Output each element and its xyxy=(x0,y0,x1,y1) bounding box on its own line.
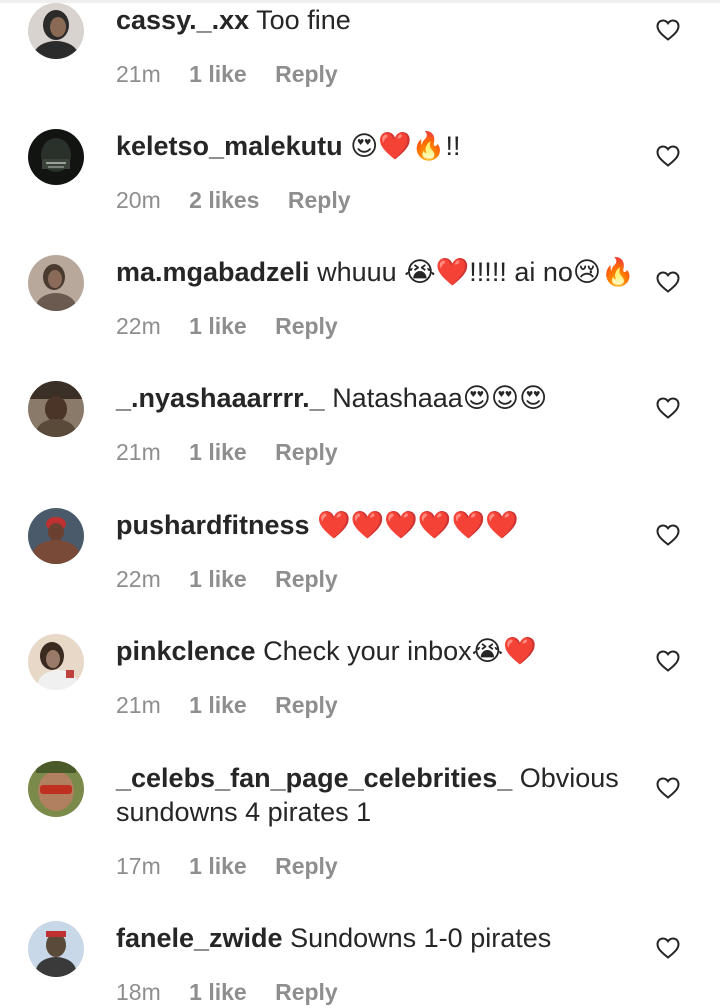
comment-likes[interactable]: 1 like xyxy=(189,312,247,340)
comment-body: whuuu 😭❤️!!!!! ai no😢🔥 xyxy=(317,257,635,287)
reply-button[interactable]: Reply xyxy=(275,60,338,88)
avatar[interactable] xyxy=(28,381,84,437)
avatar[interactable] xyxy=(28,3,84,59)
reply-button[interactable]: Reply xyxy=(275,565,338,593)
heart-outline-icon[interactable] xyxy=(656,524,680,546)
heart-outline-icon[interactable] xyxy=(656,145,680,167)
comment-time: 21m xyxy=(116,61,161,87)
avatar[interactable] xyxy=(28,761,84,817)
comment-body: Check your inbox😭❤️ xyxy=(263,636,537,666)
comment-likes[interactable]: 1 like xyxy=(189,438,247,466)
comment-username[interactable]: ma.mgabadzeli xyxy=(116,257,310,287)
comment-body: ❤️❤️❤️❤️❤️❤️ xyxy=(317,510,519,540)
comment-meta: 22m 1 like Reply xyxy=(116,565,338,593)
comment-body: Natashaaa😍😍😍 xyxy=(332,383,548,413)
heart-outline-icon[interactable] xyxy=(656,650,680,672)
avatar[interactable] xyxy=(28,508,84,564)
avatar[interactable] xyxy=(28,921,84,977)
comment-username[interactable]: pinkclence xyxy=(116,636,256,666)
heart-outline-icon[interactable] xyxy=(656,19,680,41)
comment-text: keletso_malekutu 😍❤️🔥!! xyxy=(116,129,636,163)
comment-likes[interactable]: 1 like xyxy=(189,852,247,880)
comment-text: fanele_zwide Sundowns 1-0 pirates xyxy=(116,921,636,955)
comment-meta: 18m 1 like Reply xyxy=(116,978,338,1006)
comment-username[interactable]: keletso_malekutu xyxy=(116,131,343,161)
comment-meta: 22m 1 like Reply xyxy=(116,312,338,340)
comment-body: Too fine xyxy=(256,5,351,35)
comment-meta: 21m 1 like Reply xyxy=(116,691,338,719)
comment-username[interactable]: fanele_zwide xyxy=(116,923,283,953)
heart-outline-icon[interactable] xyxy=(656,937,680,959)
reply-button[interactable]: Reply xyxy=(275,691,338,719)
comment-likes[interactable]: 1 like xyxy=(189,691,247,719)
comment-meta: 21m 1 like Reply xyxy=(116,60,338,88)
comment-list: cassy._.xx Too fine 21m 1 like Reply kel… xyxy=(0,0,720,1008)
reply-button[interactable]: Reply xyxy=(275,852,338,880)
comment-text: pushardfitness ❤️❤️❤️❤️❤️❤️ xyxy=(116,508,636,542)
comment-text: cassy._.xx Too fine xyxy=(116,3,636,37)
comment-body: 😍❤️🔥!! xyxy=(350,131,461,161)
comment-username[interactable]: _.nyashaaarrrr._ xyxy=(116,383,325,413)
reply-button[interactable]: Reply xyxy=(275,978,338,1006)
comment-meta: 17m 1 like Reply xyxy=(116,852,338,880)
reply-button[interactable]: Reply xyxy=(275,312,338,340)
comment-likes[interactable]: 1 like xyxy=(189,978,247,1006)
comment-body: Sundowns 1-0 pirates xyxy=(290,923,552,953)
comment-meta: 20m 2 likes Reply xyxy=(116,186,351,214)
comment-username[interactable]: cassy._.xx xyxy=(116,5,249,35)
comment-username[interactable]: _celebs_fan_page_celebrities_ xyxy=(116,763,512,793)
reply-button[interactable]: Reply xyxy=(275,438,338,466)
comment-time: 18m xyxy=(116,979,161,1005)
heart-outline-icon[interactable] xyxy=(656,271,680,293)
reply-button[interactable]: Reply xyxy=(288,186,351,214)
comment-username[interactable]: pushardfitness xyxy=(116,510,310,540)
comment-text: _celebs_fan_page_celebrities_ Obvious su… xyxy=(116,761,636,829)
heart-outline-icon[interactable] xyxy=(656,777,680,799)
comment-likes[interactable]: 1 like xyxy=(189,60,247,88)
comment-text: _.nyashaaarrrr._ Natashaaa😍😍😍 xyxy=(116,381,636,415)
avatar[interactable] xyxy=(28,634,84,690)
comment-time: 20m xyxy=(116,187,161,213)
comment-time: 22m xyxy=(116,313,161,339)
avatar[interactable] xyxy=(28,255,84,311)
avatar[interactable] xyxy=(28,129,84,185)
comment-time: 21m xyxy=(116,692,161,718)
comment-likes[interactable]: 1 like xyxy=(189,565,247,593)
comment-meta: 21m 1 like Reply xyxy=(116,438,338,466)
comment-time: 21m xyxy=(116,439,161,465)
heart-outline-icon[interactable] xyxy=(656,397,680,419)
comment-text: pinkclence Check your inbox😭❤️ xyxy=(116,634,636,668)
comment-time: 17m xyxy=(116,853,161,879)
comment-text: ma.mgabadzeli whuuu 😭❤️!!!!! ai no😢🔥 xyxy=(116,255,636,289)
comment-time: 22m xyxy=(116,566,161,592)
comment-likes[interactable]: 2 likes xyxy=(189,186,259,214)
